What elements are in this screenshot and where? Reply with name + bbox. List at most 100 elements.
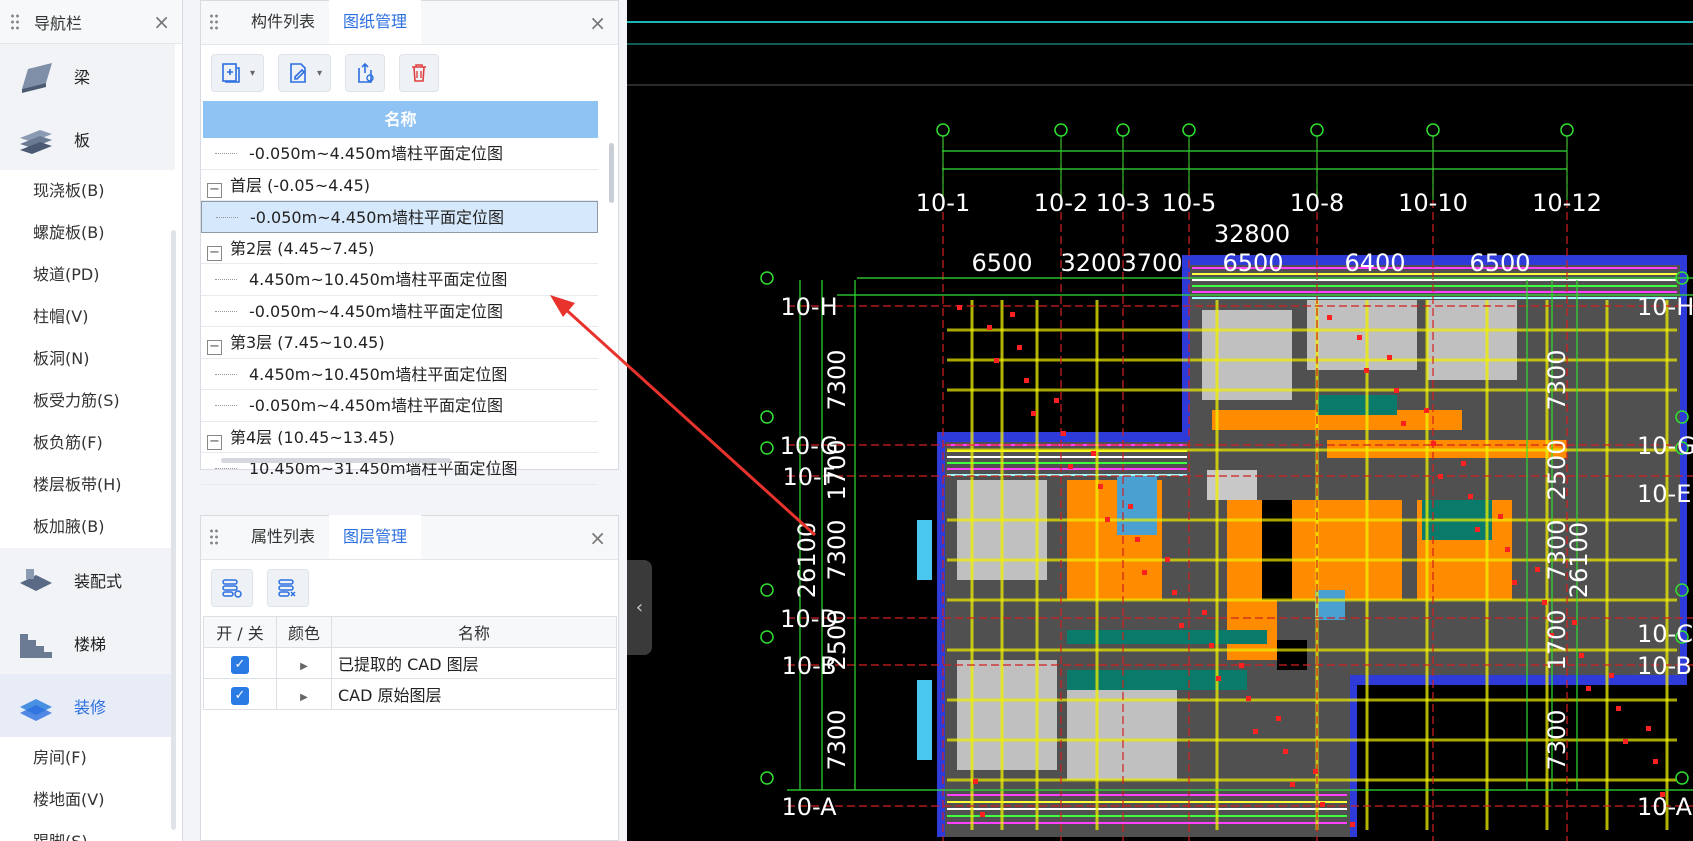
nav-sub-item[interactable]: 柱帽(V) [0, 296, 182, 338]
close-icon[interactable]: × [589, 526, 606, 550]
tab-property-list[interactable]: 属性列表 [237, 515, 329, 559]
nav-sub-item[interactable]: 坡道(PD) [0, 254, 182, 296]
edit-drawing-button[interactable]: ▾ [278, 54, 332, 92]
nav-sub-item[interactable]: 板负筋(F) [0, 422, 182, 464]
collapse-icon[interactable]: − [207, 340, 222, 355]
tree-drawing-item[interactable]: -0.050m~4.450m墙柱平面定位图 [201, 138, 598, 170]
collapse-panel-button[interactable]: ‹ [627, 560, 652, 655]
chevron-down-icon[interactable]: ▾ [317, 68, 322, 79]
tree-floor-group[interactable]: − 首层 (-0.05~4.45) [201, 170, 598, 201]
tree-drawing-item[interactable]: -0.050m~4.450m墙柱平面定位图 [201, 296, 598, 327]
right-axis-label: 10-A [1637, 793, 1693, 821]
tree-row-label: 第2层 (4.45~7.45) [230, 238, 375, 258]
right-total-dimension: 26100 [1565, 522, 1593, 598]
nav-category-decoration[interactable]: 装修 [0, 674, 175, 737]
tree-drawing-item[interactable]: -0.050m~4.450m墙柱平面定位图 [201, 390, 598, 422]
column-marker [1572, 620, 1577, 625]
checkbox-checked-icon[interactable]: ✓ [231, 655, 249, 674]
drag-grip-icon[interactable] [209, 13, 219, 31]
axis-bubble [1116, 123, 1130, 137]
chevron-down-icon[interactable]: ▾ [250, 68, 255, 79]
close-icon[interactable]: × [153, 10, 170, 34]
column-marker [1438, 474, 1443, 479]
tree-floor-group[interactable]: − 第4层 (10.45~13.45) [201, 422, 598, 453]
nav-sub-item[interactable]: 板洞(N) [0, 338, 182, 380]
nav-sub-item[interactable]: 现浇板(B) [0, 170, 182, 212]
tree-floor-group[interactable]: − 第2层 (4.45~7.45) [201, 233, 598, 264]
nav-category-stair[interactable]: 楼梯 [0, 611, 175, 674]
column-marker [1202, 610, 1207, 615]
nav-category-slab[interactable]: 板 [0, 107, 175, 170]
axis-bubble [760, 441, 774, 455]
total-width-dimension: 32800 [1214, 220, 1290, 248]
layer-toggle-cell[interactable]: ✓ [203, 678, 277, 710]
drag-grip-icon[interactable] [209, 528, 219, 546]
collapse-icon[interactable]: − [207, 182, 222, 198]
caret-right-icon[interactable]: ▶ [300, 692, 308, 703]
collapse-icon[interactable]: − [207, 245, 222, 261]
nav-sub-item[interactable]: 螺旋板(B) [0, 212, 182, 254]
nav-sub-item[interactable]: 房间(F) [0, 737, 182, 779]
col-color: 颜色 [276, 616, 332, 648]
tree-drawing-item[interactable]: 4.450m~10.450m墙柱平面定位图 [201, 264, 598, 296]
layer-filter-button[interactable] [267, 569, 309, 607]
tab-layer-management[interactable]: 图层管理 [329, 515, 422, 559]
top-axis-label: 10-10 [1398, 189, 1468, 217]
layer-name-cell: CAD 原始图层 [331, 678, 617, 710]
nav-category-beam[interactable]: 梁 [0, 44, 175, 107]
collapse-icon[interactable]: − [207, 434, 222, 450]
column-marker [1401, 421, 1406, 426]
layer-show-button[interactable] [211, 569, 253, 607]
right-dimension: 2500 [1543, 439, 1571, 500]
nav-sub-item[interactable]: 楼地面(V) [0, 779, 182, 821]
left-dimension: 1700 [823, 439, 851, 500]
column-marker [980, 812, 985, 817]
tab-drawing-management[interactable]: 图纸管理 [329, 0, 422, 44]
tree-row-label: 首层 (-0.05~4.45) [230, 175, 371, 195]
column-marker [1623, 739, 1628, 744]
column-marker [994, 358, 999, 363]
column-marker [1475, 527, 1480, 532]
column-marker [1283, 749, 1288, 754]
export-drawing-button[interactable] [345, 54, 386, 92]
nav-scrollbar[interactable] [171, 230, 176, 830]
col-name: 名称 [331, 616, 617, 648]
cad-canvas[interactable]: 10-1 10-2 10-3 10-5 10-8 10-10 10-12 32800 6500 3… [627, 0, 1693, 841]
column-marker [1512, 580, 1517, 585]
add-drawing-button[interactable]: ▾ [211, 54, 265, 92]
column-marker [1431, 441, 1436, 446]
layer-toggle-cell[interactable]: ✓ [203, 647, 277, 679]
top-axis-label: 10-1 [916, 189, 970, 217]
top-axis-label: 10-2 [1034, 189, 1088, 217]
column-marker [1172, 590, 1177, 595]
tree-horizontal-scrollbar[interactable] [221, 458, 451, 463]
axis-bubble [760, 771, 774, 785]
right-axis-label: 10-C [1637, 620, 1693, 648]
beam-icon [18, 59, 54, 93]
left-dimension: 7300 [823, 349, 851, 410]
column-marker [1246, 696, 1251, 701]
nav-sub-item[interactable]: 板加腋(B) [0, 506, 182, 548]
close-icon[interactable]: × [589, 11, 606, 35]
tree-drawing-item[interactable]: 4.450m~10.450m墙柱平面定位图 [201, 359, 598, 390]
tab-component-list[interactable]: 构件列表 [237, 0, 329, 44]
axis-bubble [1426, 123, 1440, 137]
cad-drawing[interactable]: 10-1 10-2 10-3 10-5 10-8 10-10 10-12328006500 3… [627, 0, 1693, 841]
nav-sub-item[interactable]: 楼层板带(H) [0, 464, 182, 506]
layer-color-cell[interactable]: ▶ [276, 647, 332, 679]
checkbox-checked-icon[interactable]: ✓ [231, 686, 249, 705]
nav-sub-item[interactable]: 踢脚(S) [0, 821, 182, 841]
delete-drawing-button[interactable] [399, 54, 440, 92]
tree-floor-group[interactable]: − 第3层 (7.45~10.45) [201, 327, 598, 359]
layer-row[interactable]: ✓ ▶ 已提取的 CAD 图层 [203, 647, 617, 679]
axis-bubble [1054, 123, 1068, 137]
nav-category-prefab[interactable]: 装配式 [0, 548, 175, 611]
tree-drawing-item[interactable]: -0.050m~4.450m墙柱平面定位图 [201, 201, 598, 233]
drag-grip-icon[interactable] [10, 12, 20, 31]
caret-right-icon[interactable]: ▶ [300, 661, 308, 672]
column-marker [987, 325, 992, 330]
nav-sub-item[interactable]: 板受力筋(S) [0, 380, 182, 422]
tree-vertical-scrollbar[interactable] [609, 143, 614, 203]
layer-color-cell[interactable]: ▶ [276, 678, 332, 710]
layer-row[interactable]: ✓ ▶ CAD 原始图层 [203, 678, 617, 710]
